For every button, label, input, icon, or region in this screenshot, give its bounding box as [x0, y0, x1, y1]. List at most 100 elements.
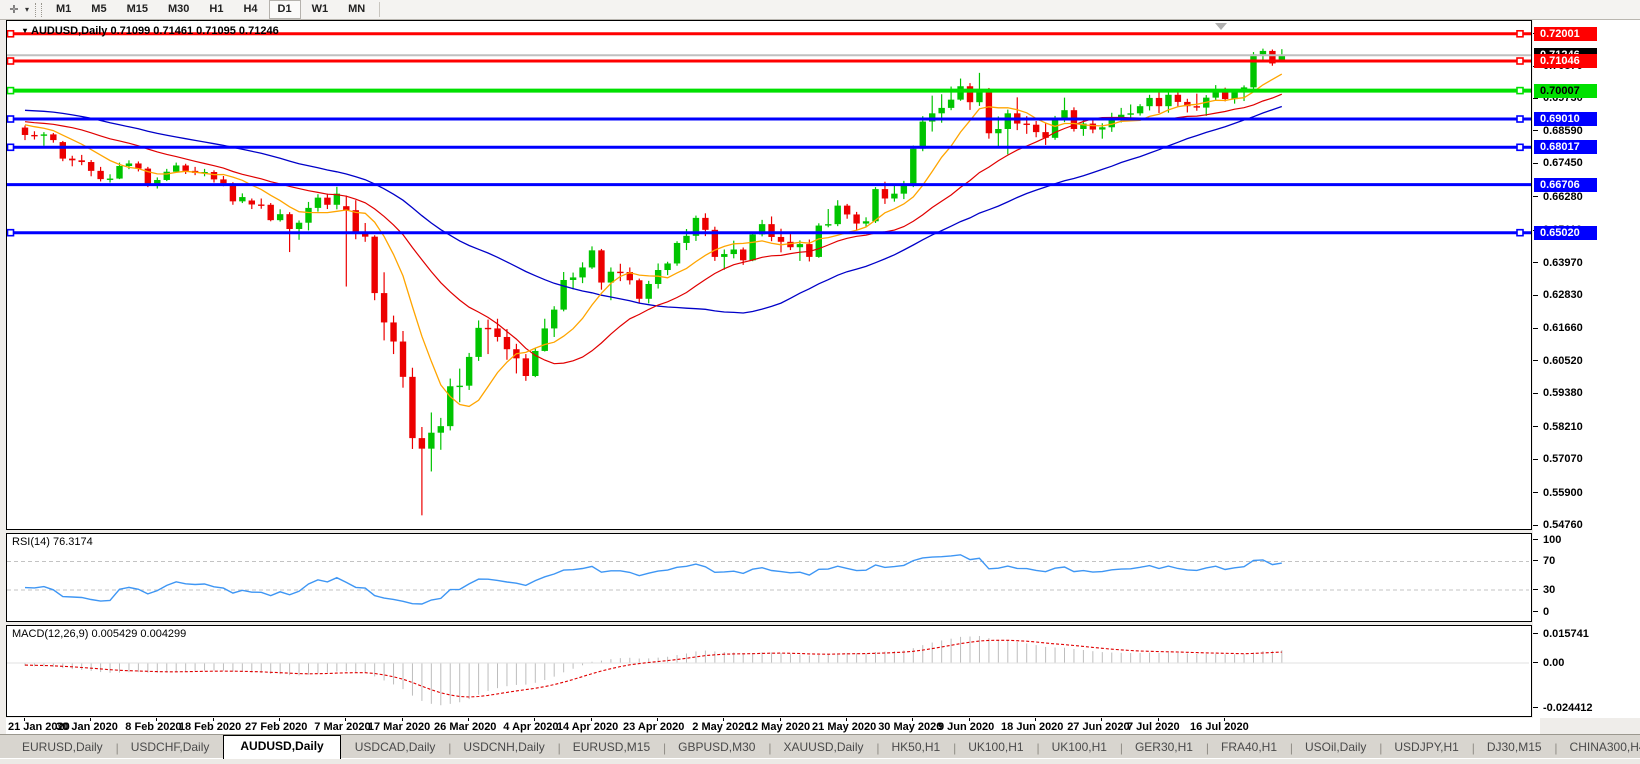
time-axis-label: 18 Jun 2020 — [1001, 721, 1064, 733]
time-axis-label: 17 Mar 2020 — [367, 721, 431, 733]
chart-tab-uk100-h1[interactable]: UK100,H1 | — [954, 737, 1039, 759]
macd-axis-tick — [1533, 662, 1538, 663]
toolbar-grip-handle[interactable] — [35, 2, 43, 17]
price-level-badge: 0.65020 — [1534, 225, 1597, 240]
chart-tab-audusd-daily[interactable]: AUDUSD,Daily — [223, 735, 341, 759]
macd-axis-label: -0.024412 — [1543, 701, 1593, 714]
timeframe-button-d1[interactable]: D1 — [268, 0, 301, 19]
rsi-axis-label: 70 — [1543, 555, 1556, 568]
chart-tab-eurusd-daily[interactable]: EURUSD,Daily | — [8, 737, 119, 759]
chart-tab-bar: EURUSD,Daily | USDCHF,Daily AUDUSD,Daily USD… — [0, 734, 1640, 759]
time-axis-label: 30 May 2020 — [878, 721, 943, 733]
timeframe-button-m15[interactable]: M15 — [118, 0, 157, 19]
chart-tab-usdcnh-daily[interactable]: USDCNH,Daily | — [449, 737, 560, 759]
macd-canvas — [7, 636, 1529, 706]
price-axis-tick — [1533, 327, 1538, 329]
chart-tab-eurusd-m15[interactable]: EURUSD,M15 | — [559, 737, 666, 759]
time-axis-label: 21 May 2020 — [812, 721, 877, 733]
price-axis-label: 0.62830 — [1543, 289, 1583, 302]
price-axis-tick — [1533, 458, 1538, 460]
price-axis-tick — [1533, 294, 1538, 296]
chart-tab-hk50-h1[interactable]: HK50,H1 | — [878, 737, 957, 759]
chart-shift-marker-icon — [1215, 23, 1227, 30]
rsi-axis-label: 0 — [1543, 605, 1550, 618]
chart-tab-gbpusd-m30[interactable]: GBPUSD,M30 | — [664, 737, 771, 759]
rsi-axis-tick — [1533, 610, 1538, 612]
price-axis-tick — [1533, 262, 1538, 264]
horizontal-line-0.70007[interactable] — [7, 86, 1531, 95]
price-axis-tick — [1533, 162, 1538, 164]
timeframe-button-mn[interactable]: MN — [339, 0, 374, 19]
rsi-label: RSI(14) 76.3174 — [12, 536, 93, 548]
price-level-badge: 0.71046 — [1534, 54, 1597, 68]
main-chart-panel[interactable]: ▾ AUDUSD,Daily 0.71099 0.71461 0.71095 0.… — [6, 20, 1532, 530]
time-axis-label: 27 Feb 2020 — [245, 721, 308, 733]
timeframe-button-m1[interactable]: M1 — [47, 0, 80, 19]
time-axis-label: 30 Jan 2020 — [56, 721, 118, 733]
timeframe-button-h1[interactable]: H1 — [200, 0, 232, 19]
price-level-badge: 0.72001 — [1534, 26, 1597, 41]
time-axis-label: 4 Apr 2020 — [503, 721, 559, 733]
rsi-axis-label: 100 — [1543, 534, 1562, 546]
price-axis[interactable]: 0.720100.708700.697300.685900.674500.662… — [1533, 20, 1640, 718]
rsi-axis-tick — [1533, 539, 1538, 540]
price-axis-label: 0.54760 — [1543, 519, 1583, 531]
price-axis-label: 0.58210 — [1543, 420, 1583, 433]
price-axis-tick — [1533, 392, 1538, 394]
rsi-canvas — [7, 554, 1529, 605]
chart-tab-ger30-h1[interactable]: GER30,H1 | — [1121, 737, 1209, 759]
time-axis-label: 7 Mar 2020 — [314, 721, 371, 733]
time-axis-label: 12 May 2020 — [745, 721, 811, 733]
price-axis-tick — [1533, 97, 1538, 99]
time-axis[interactable]: 21 Jan 2020 30 Jan 2020 8 Feb 2020 18 Feb 2… — [6, 718, 1540, 734]
macd-indicator-panel[interactable]: MACD(12,26,9) 0.005429 0.004299 — [6, 625, 1532, 717]
macd-axis-tick — [1533, 632, 1538, 634]
price-axis-tick — [1533, 196, 1538, 198]
chart-tab-xauusd-daily[interactable]: XAUUSD,Daily | — [769, 737, 879, 759]
macd-histogram — [24, 636, 1283, 706]
rsi-axis-tick — [1533, 560, 1538, 562]
price-chart-canvas[interactable] — [7, 21, 1531, 529]
horizontal-line-0.71046[interactable] — [7, 57, 1531, 65]
horizontal-line-0.6901[interactable] — [7, 115, 1531, 123]
price-axis-tick — [1533, 492, 1538, 494]
price-axis-label: 0.63970 — [1543, 256, 1583, 269]
time-axis-label: 9 Jun 2020 — [938, 721, 995, 733]
chart-tab-usdchf-daily[interactable]: USDCHF,Daily — [117, 737, 224, 759]
macd-axis-label: 0.015741 — [1543, 627, 1589, 640]
timeframe-button-h4[interactable]: H4 — [234, 0, 266, 19]
time-axis-label: 14 Apr 2020 — [556, 721, 619, 733]
price-axis-tick — [1533, 130, 1538, 132]
chart-tab-usdjpy-h1[interactable]: USDJPY,H1 | — [1380, 737, 1474, 759]
chart-tab-usoil-daily[interactable]: USOil,Daily | — [1291, 737, 1382, 759]
macd-axis-label: 0.00 — [1543, 657, 1565, 669]
timeframe-button-w1[interactable]: W1 — [303, 0, 338, 19]
price-level-badge: 0.69010 — [1534, 112, 1597, 126]
chevron-down-icon[interactable]: ▾ — [25, 5, 29, 14]
chart-tab-dj30-m15[interactable]: DJ30,M15 | — [1473, 737, 1558, 759]
timeframe-toolbar: ✛ ▾ M1 M5 M15 M30 H1 H4 D1 W1 MN — [0, 0, 1640, 20]
chart-tab-uk100-h1[interactable]: UK100,H1 | — [1038, 737, 1123, 759]
timeframe-button-m30[interactable]: M30 — [159, 0, 198, 19]
timeframe-button-m5[interactable]: M5 — [82, 0, 115, 19]
macd-axis-tick — [1533, 706, 1538, 708]
time-axis-label: 27 Jun 2020 — [1067, 721, 1130, 733]
rsi-indicator-panel[interactable]: RSI(14) 76.3174 — [6, 533, 1532, 622]
ma-slow-line — [24, 105, 1283, 314]
rsi-line — [24, 554, 1282, 605]
chart-tab-usdcad-daily[interactable]: USDCAD,Daily | — [341, 737, 452, 759]
chart-title-ohlc: 0.71099 0.71461 0.71095 0.71246 — [107, 25, 279, 37]
chart-cursor-icon[interactable]: ✛ — [3, 2, 25, 17]
rsi-axis-tick — [1533, 589, 1538, 591]
price-axis-label: 0.61660 — [1543, 322, 1583, 335]
horizontal-line-0.68017[interactable] — [7, 143, 1531, 152]
price-axis-label: 0.67450 — [1543, 157, 1583, 170]
chart-tab-fra40-h1[interactable]: FRA40,H1 | — [1207, 737, 1293, 759]
time-axis-label: 7 Jul 2020 — [1127, 721, 1180, 733]
toolbar-separator — [379, 2, 381, 17]
time-axis-label: 16 Jul 2020 — [1190, 721, 1249, 733]
time-axis-label: 2 May 2020 — [692, 721, 751, 733]
price-axis-tick — [1533, 426, 1538, 428]
chart-tab-china300-h4[interactable]: CHINA300,H4 — [1556, 737, 1640, 759]
rsi-axis-label: 30 — [1543, 584, 1556, 597]
